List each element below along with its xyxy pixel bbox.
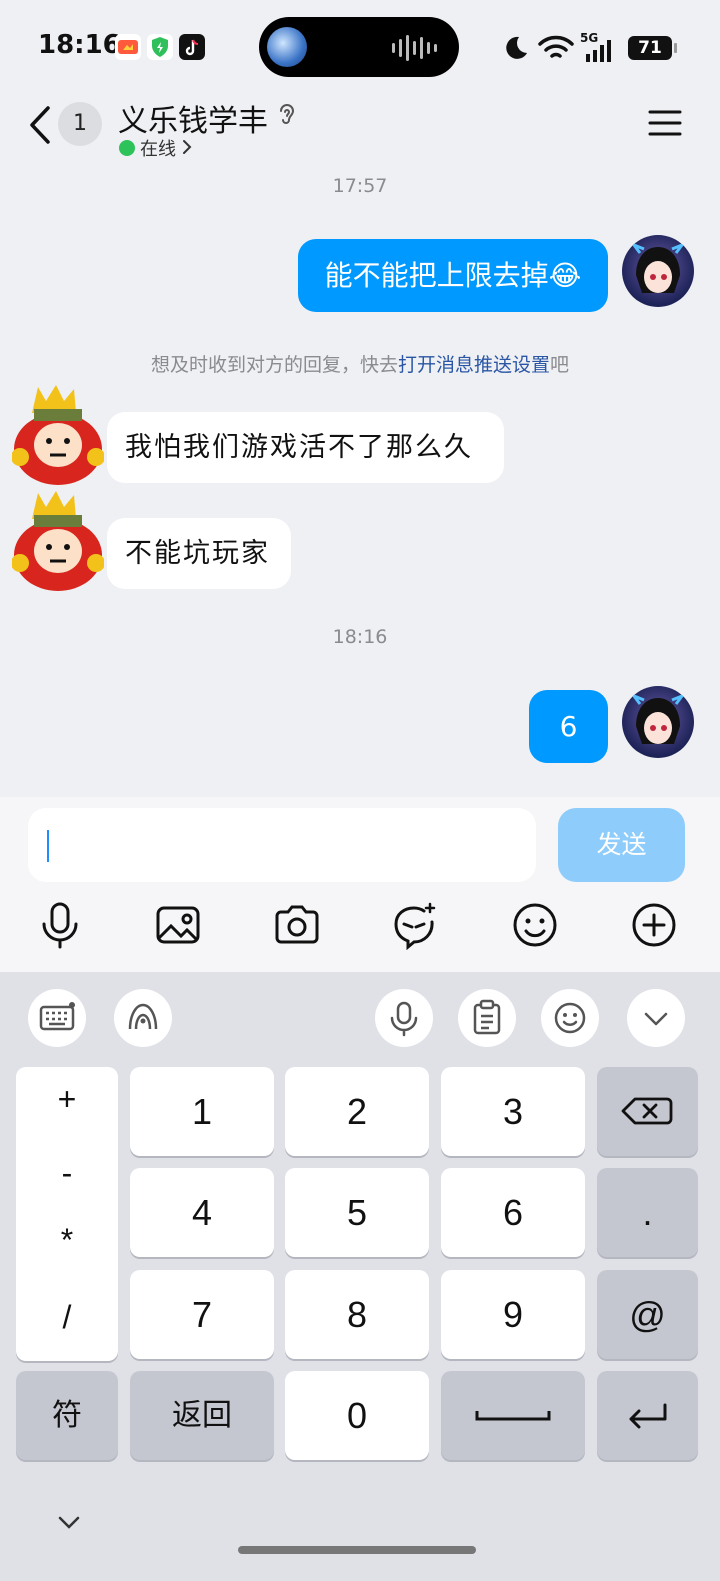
space-key[interactable]: [441, 1371, 585, 1460]
timestamp: 17:57: [332, 175, 388, 197]
island-avatar: [267, 27, 307, 67]
sticker-icon[interactable]: [390, 900, 438, 950]
key-4[interactable]: 4: [130, 1168, 274, 1257]
keyboard-switch-button[interactable]: [28, 989, 86, 1047]
plus-icon[interactable]: [630, 900, 678, 950]
tiktok-app-icon: [179, 34, 205, 60]
timestamp: 18:16: [332, 626, 388, 648]
sent-message-bubble[interactable]: 能不能把上限去掉😂: [298, 239, 608, 312]
send-button[interactable]: 发送: [558, 808, 685, 882]
received-message-bubble[interactable]: 我怕我们游戏活不了那么久: [107, 412, 504, 483]
battery-indicator: 71: [628, 36, 677, 60]
clipboard-button[interactable]: [458, 989, 516, 1047]
backspace-icon: [621, 1097, 673, 1125]
key-asterisk[interactable]: *: [16, 1222, 118, 1259]
push-notice: 想及时收到对方的回复，快去打开消息推送设置吧: [0, 350, 720, 377]
chevron-down-icon: [644, 1012, 668, 1026]
audio-wave-icon: [392, 35, 437, 61]
my-avatar[interactable]: [622, 235, 694, 307]
unread-count-badge[interactable]: 1: [58, 102, 102, 146]
handwriting-icon: [128, 1003, 158, 1030]
symbol-column[interactable]: + - * /: [16, 1067, 118, 1361]
status-time: 18:16: [38, 30, 121, 60]
key-1[interactable]: 1: [130, 1067, 274, 1156]
push-settings-link[interactable]: 打开消息推送设置: [398, 354, 550, 376]
clipboard-icon: [473, 999, 501, 1035]
key-8[interactable]: 8: [285, 1270, 429, 1359]
keyboard-icon: [39, 1002, 75, 1031]
emoji-icon: [554, 1002, 586, 1034]
wifi-icon: [538, 35, 574, 58]
key-slash[interactable]: /: [16, 1299, 118, 1336]
ear-icon[interactable]: [275, 101, 299, 129]
enter-icon: [629, 1403, 667, 1429]
symbols-key[interactable]: 符: [16, 1371, 118, 1460]
shield-app-icon: [147, 34, 173, 60]
menu-icon[interactable]: [648, 108, 682, 138]
sent-message-bubble[interactable]: 6: [529, 690, 608, 763]
key-7[interactable]: 7: [130, 1270, 274, 1359]
my-avatar[interactable]: [622, 686, 694, 758]
video-app-icon: [115, 34, 141, 60]
voice-input-button[interactable]: [375, 989, 433, 1047]
key-6[interactable]: 6: [441, 1168, 585, 1257]
key-2[interactable]: 2: [285, 1067, 429, 1156]
contact-avatar[interactable]: [11, 489, 105, 593]
collapse-keyboard-button[interactable]: [627, 989, 685, 1047]
keyboard-emoji-button[interactable]: [541, 989, 599, 1047]
notice-text: 想及时收到对方的回复，快去: [150, 354, 398, 376]
received-message-bubble[interactable]: 不能坑玩家: [107, 518, 291, 589]
image-icon[interactable]: [154, 900, 202, 950]
notice-text-end: 吧: [550, 354, 570, 376]
space-icon: [475, 1411, 551, 1421]
moon-icon: [506, 36, 527, 59]
home-indicator[interactable]: [238, 1546, 476, 1554]
backspace-key[interactable]: [597, 1067, 698, 1156]
chevron-right-icon[interactable]: [180, 138, 194, 156]
key-dot[interactable]: .: [597, 1168, 698, 1257]
camera-icon[interactable]: [273, 900, 321, 950]
contact-name[interactable]: 义乐钱学丰: [118, 96, 268, 140]
back-arrow-icon[interactable]: [22, 100, 62, 150]
handwriting-button[interactable]: [114, 989, 172, 1047]
key-at[interactable]: @: [597, 1270, 698, 1359]
text-caret: [47, 830, 49, 862]
mic-icon[interactable]: [36, 900, 84, 950]
key-3[interactable]: 3: [441, 1067, 585, 1156]
key-minus[interactable]: -: [16, 1155, 118, 1192]
hide-keyboard-chevron-icon[interactable]: [56, 1512, 82, 1534]
dynamic-island[interactable]: [259, 17, 459, 77]
message-input[interactable]: [28, 808, 536, 882]
key-9[interactable]: 9: [441, 1270, 585, 1359]
key-0[interactable]: 0: [285, 1371, 429, 1460]
key-5[interactable]: 5: [285, 1168, 429, 1257]
online-status-text[interactable]: 在线: [140, 135, 176, 161]
online-status-dot: [119, 140, 135, 156]
key-plus[interactable]: +: [16, 1081, 118, 1118]
emoji-icon[interactable]: [511, 900, 559, 950]
back-key[interactable]: 返回: [130, 1371, 274, 1460]
contact-avatar[interactable]: [11, 383, 105, 487]
cellular-signal-icon: [586, 40, 611, 62]
enter-key[interactable]: [597, 1371, 698, 1460]
mic-icon: [390, 1001, 418, 1037]
